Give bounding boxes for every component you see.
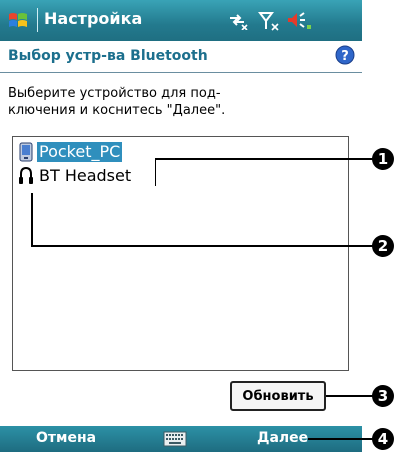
window-title: Настройка <box>44 9 143 28</box>
callout-1: 1 <box>372 148 394 170</box>
list-item-pocket-pc[interactable]: Pocket_PC <box>18 141 124 163</box>
pocket-pc-icon <box>19 142 33 162</box>
keyboard-icon[interactable] <box>163 429 187 449</box>
callout-2: 2 <box>372 235 394 257</box>
device-screen: Настройка Выбор устр-ва Bluetooth ? Выбе… <box>0 0 362 452</box>
callout-line-1 <box>155 158 373 160</box>
callout-line-1 <box>155 158 156 186</box>
title-separator <box>37 8 38 32</box>
callout-line-3 <box>326 395 373 397</box>
connectivity-icon[interactable] <box>228 12 248 30</box>
list-item-bt-headset[interactable]: BT Headset <box>18 165 133 187</box>
page-title: Выбор устр-ва Bluetooth <box>8 48 208 64</box>
instructions-line-1: Выберите устройство для под- <box>8 86 221 101</box>
header-divider <box>0 72 362 73</box>
device-label: BT Headset <box>39 166 132 185</box>
windows-start-icon[interactable] <box>6 9 30 33</box>
device-list[interactable]: Pocket_PC BT Headset <box>12 136 349 371</box>
instructions-line-2: ключения и коснитесь "Далее". <box>8 103 226 118</box>
help-icon[interactable]: ? <box>335 45 355 65</box>
signal-icon[interactable] <box>258 10 280 32</box>
refresh-button[interactable]: Обновить <box>230 381 326 411</box>
volume-icon[interactable] <box>286 10 314 32</box>
device-label: Pocket_PC <box>35 141 124 163</box>
callout-line-2 <box>31 193 33 246</box>
title-bar: Настройка <box>0 0 362 41</box>
callout-4: 4 <box>372 428 394 450</box>
svg-text:?: ? <box>341 49 349 64</box>
callout-line-4 <box>308 438 373 440</box>
next-button[interactable]: Далее <box>257 430 308 446</box>
callout-3: 3 <box>372 385 394 407</box>
instructions-text: Выберите устройство для под- ключения и … <box>8 85 348 119</box>
callout-line-2 <box>31 245 373 247</box>
headset-icon <box>19 166 33 184</box>
cancel-button[interactable]: Отмена <box>36 430 96 446</box>
